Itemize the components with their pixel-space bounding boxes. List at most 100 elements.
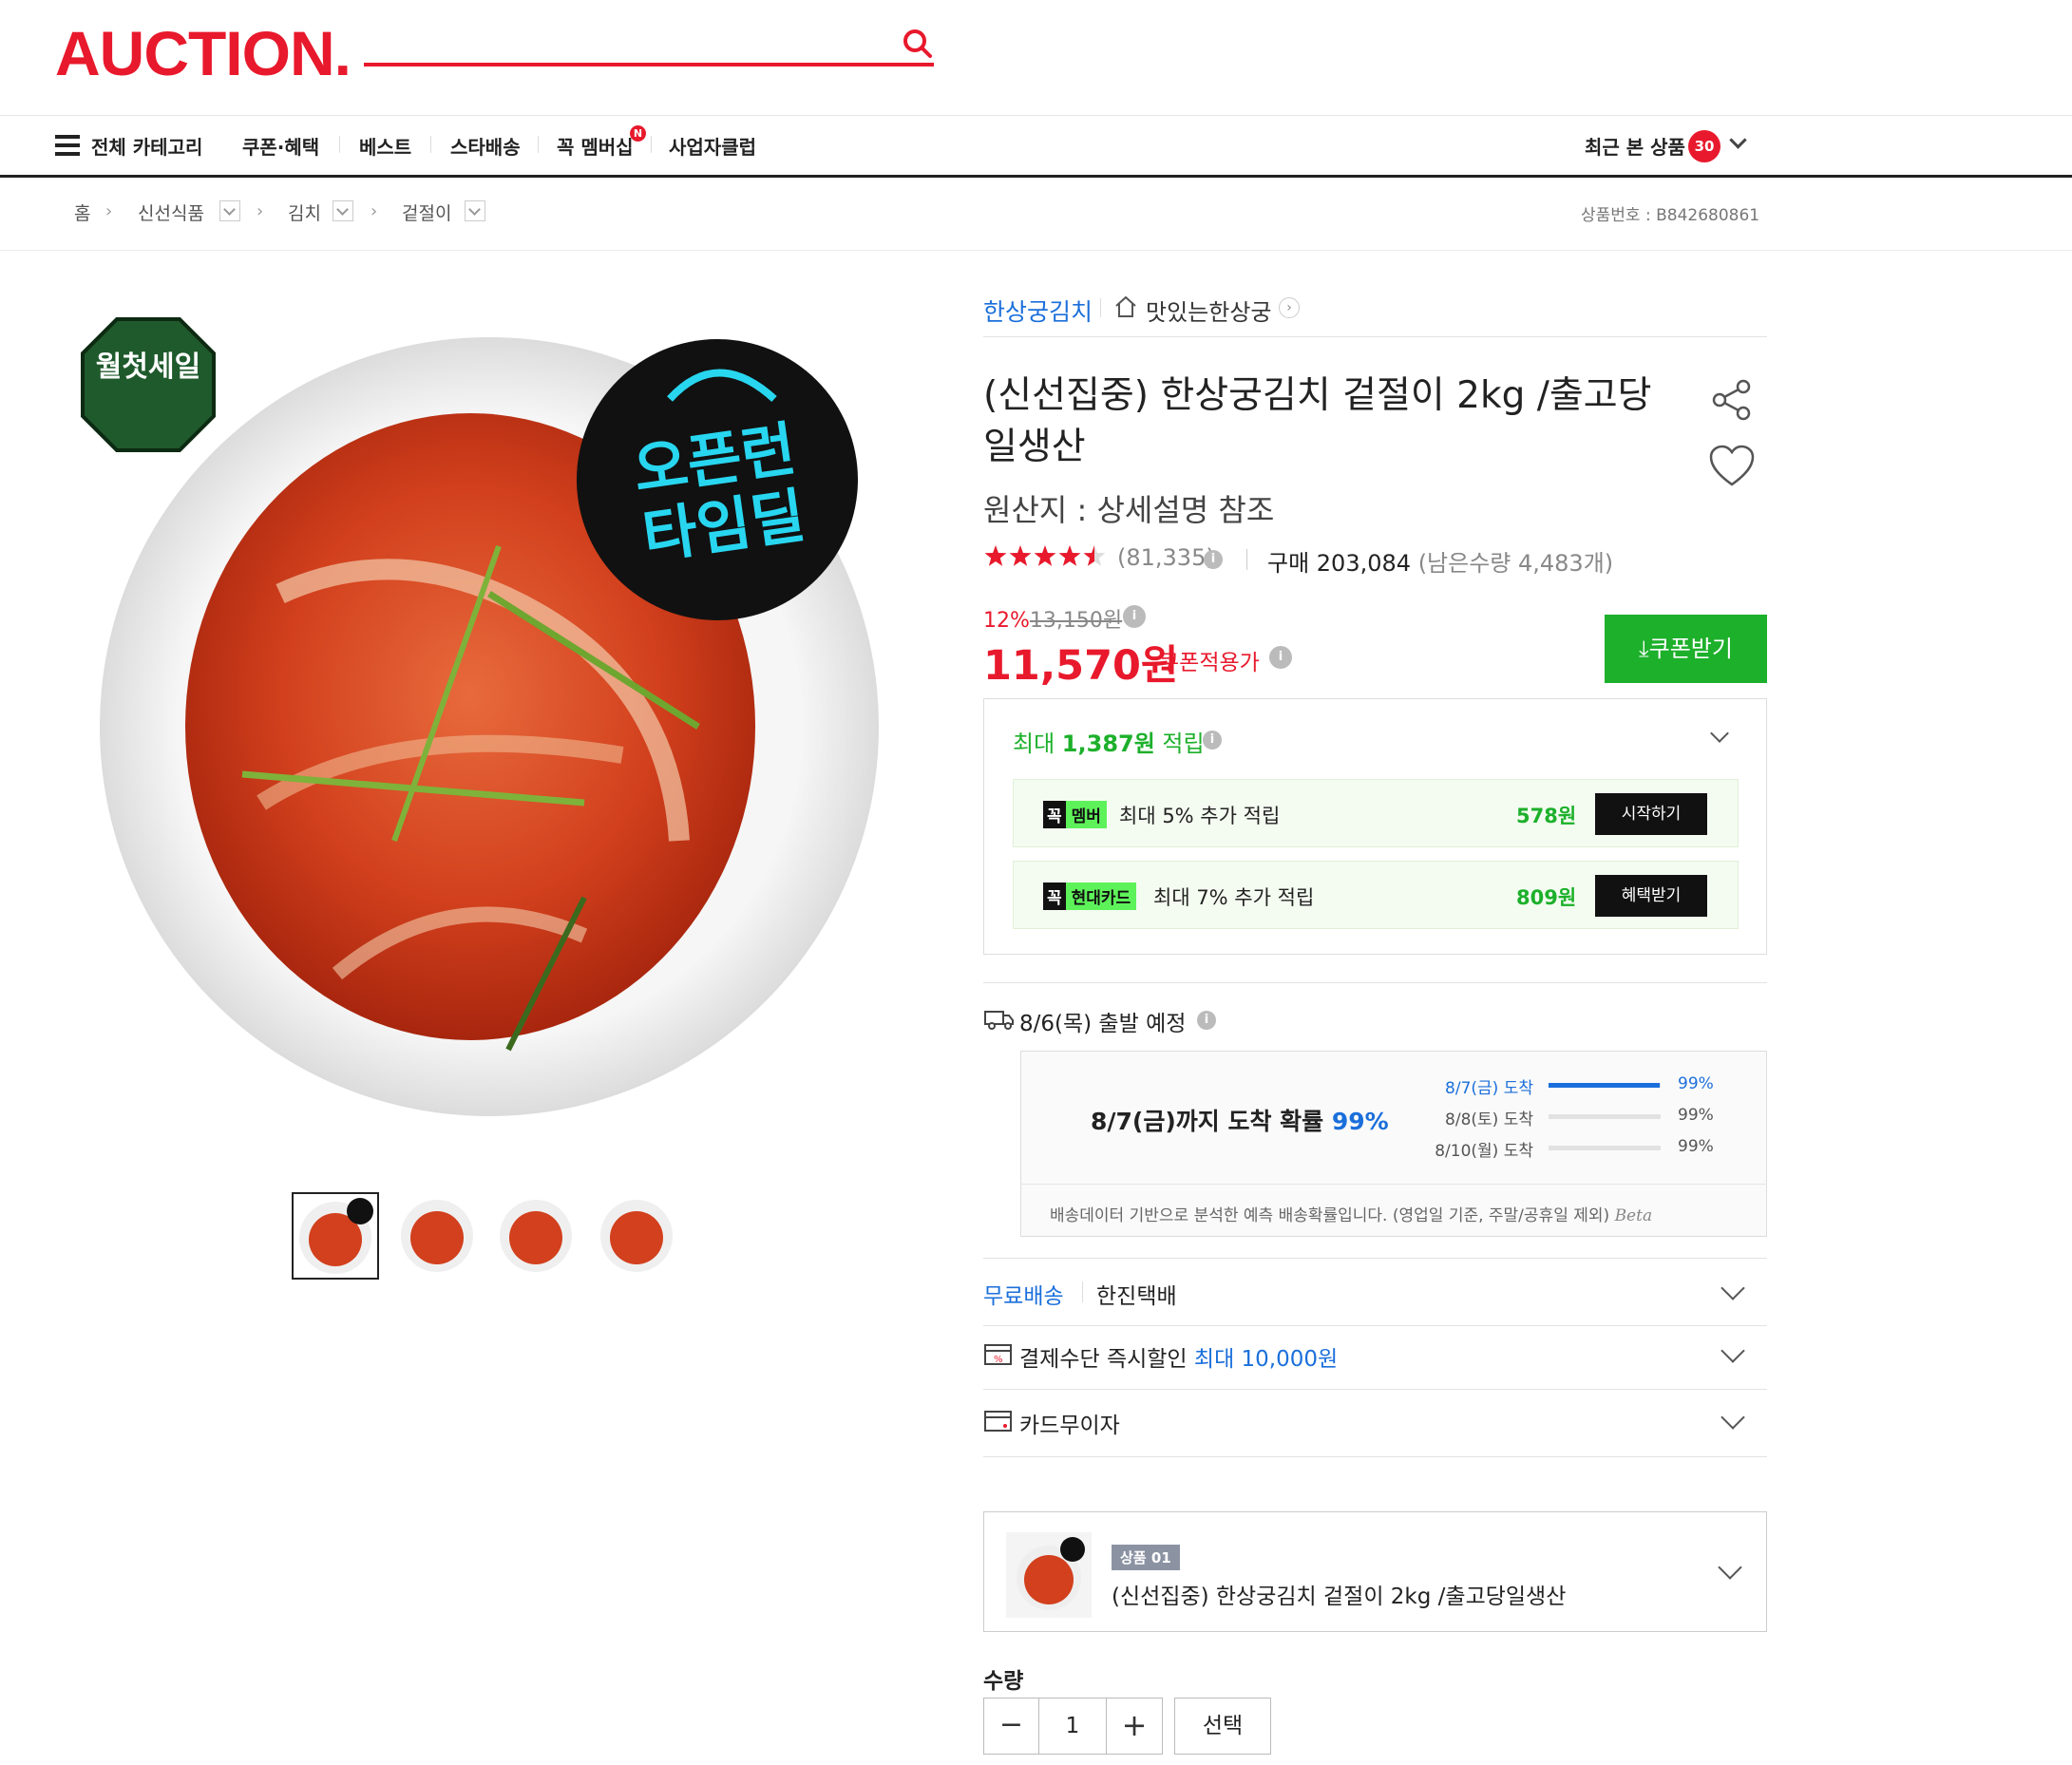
breadcrumb-kimchi[interactable]: 김치 xyxy=(288,199,321,225)
breadcrumb-divider xyxy=(0,250,2072,251)
estimate-bar-track xyxy=(1549,1146,1661,1150)
svg-text:%: % xyxy=(994,1355,1003,1365)
get-benefit-button[interactable]: 혜택받기 xyxy=(1595,875,1707,917)
recent-count-badge: 30 xyxy=(1688,130,1720,162)
info-icon[interactable]: i xyxy=(1197,1010,1216,1030)
nav-divider xyxy=(538,136,539,153)
discount-rate: 12% xyxy=(983,609,1030,633)
select-button[interactable]: 선택 xyxy=(1174,1698,1271,1755)
breadcrumb-geotjeori[interactable]: 겉절이 xyxy=(402,199,451,225)
info-icon[interactable]: i xyxy=(1203,730,1222,750)
nav-all-categories[interactable]: 전체 카테고리 xyxy=(91,132,202,160)
quantity-label: 수량 xyxy=(983,1669,1024,1694)
brand-link[interactable]: 한상궁김치 xyxy=(983,294,1093,328)
purchase-count: 구매 203,084 (남은수량 4,483개) xyxy=(1267,550,1614,577)
thumbnail-4[interactable] xyxy=(593,1192,680,1280)
first-sale-text: 월첫세일 xyxy=(95,351,201,384)
store-link[interactable]: 맛있는한상궁 xyxy=(1146,294,1271,327)
card-installment[interactable]: 카드무이자 xyxy=(1019,1407,1120,1439)
chevron-right-icon: › xyxy=(371,201,378,221)
chevron-right-icon: › xyxy=(257,201,264,221)
divider xyxy=(983,1325,1767,1326)
rating-stars xyxy=(983,544,1107,573)
nav-divider xyxy=(339,136,340,153)
courier-name: 한진택배 xyxy=(1096,1284,1177,1309)
divider xyxy=(983,1389,1767,1390)
brand-divider xyxy=(1100,298,1101,317)
original-price: 13,150원 xyxy=(1029,609,1123,633)
breadcrumb-fresh-food[interactable]: 신선식품 xyxy=(138,199,204,225)
dropdown-icon[interactable] xyxy=(333,200,353,221)
recent-products-label[interactable]: 최근 본 상품 xyxy=(1585,132,1685,160)
info-icon[interactable]: i xyxy=(1269,646,1292,669)
hyundai-desc: 최대 7% 추가 적립 xyxy=(1153,886,1315,909)
nav-star-delivery[interactable]: 스타배송 xyxy=(450,132,521,160)
quantity-minus-button[interactable]: − xyxy=(984,1699,1039,1754)
chevron-down-icon[interactable] xyxy=(1720,1405,1745,1430)
info-icon[interactable]: i xyxy=(1123,605,1146,628)
estimate-bar-track xyxy=(1549,1114,1661,1119)
star-filled xyxy=(1058,545,1081,566)
quantity-plus-button[interactable]: + xyxy=(1106,1699,1162,1754)
new-badge: N xyxy=(630,125,646,142)
dropdown-icon[interactable] xyxy=(219,200,240,221)
breadcrumb-home[interactable]: 홈 xyxy=(74,199,90,225)
nav-coupon[interactable]: 쿠폰·혜택 xyxy=(242,132,319,160)
estimate-divider xyxy=(1020,1184,1767,1185)
first-sale-badge: 월첫세일 xyxy=(79,315,218,454)
thumbnail-3[interactable] xyxy=(492,1192,580,1280)
option-thumbnail xyxy=(1006,1532,1092,1622)
option-tag: 상품 01 xyxy=(1112,1545,1180,1570)
option-select[interactable] xyxy=(983,1511,1767,1632)
membership-badge: 꼭 멤버 xyxy=(1043,801,1107,828)
chevron-down-icon[interactable] xyxy=(1720,1338,1745,1363)
card-icon xyxy=(984,1410,1013,1436)
heart-icon[interactable] xyxy=(1708,445,1756,492)
thumbnail-1[interactable] xyxy=(292,1192,379,1280)
nav-business-club[interactable]: 사업자클럽 xyxy=(669,132,756,160)
estimate-row-pct: 99% xyxy=(1678,1137,1714,1156)
chevron-down-icon[interactable] xyxy=(1720,1276,1745,1300)
estimate-row-pct: 99% xyxy=(1678,1106,1714,1125)
estimate-row-label: 8/7(금) 도착 xyxy=(1445,1079,1533,1098)
estimate-bar-fill xyxy=(1549,1083,1660,1088)
hyundai-amount: 809원 xyxy=(1516,886,1577,909)
info-icon[interactable]: i xyxy=(1204,549,1223,569)
star-filled xyxy=(984,545,1007,566)
divider xyxy=(983,1258,1767,1259)
product-title: (신선집중) 한상궁김치 겉절이 2kg /출고당일생산 xyxy=(983,374,1652,468)
star-filled xyxy=(1009,545,1032,566)
origin-text: 원산지 : 상세설명 참조 xyxy=(983,492,1275,528)
divider xyxy=(983,336,1767,337)
nav-best[interactable]: 베스트 xyxy=(359,132,411,160)
dropdown-icon[interactable] xyxy=(465,200,485,221)
estimate-row-pct: 99% xyxy=(1678,1074,1714,1093)
coupon-download-button[interactable]: ⤓쿠폰받기 xyxy=(1605,615,1767,683)
share-icon[interactable] xyxy=(1710,378,1754,426)
start-membership-button[interactable]: 시작하기 xyxy=(1595,793,1707,835)
option-name: (신선집중) 한상궁김치 겉절이 2kg /출고당일생산 xyxy=(1112,1585,1567,1609)
hyundai-badge: 꼭 현대카드 xyxy=(1043,882,1137,910)
truck-icon xyxy=(983,1007,1016,1035)
estimate-note: 배송데이터 기반으로 분석한 예측 배송확률입니다. (영업일 기준, 주말/공… xyxy=(1050,1206,1653,1225)
search-icon[interactable] xyxy=(901,27,935,61)
menu-icon[interactable] xyxy=(55,135,80,160)
thumbnail-2[interactable] xyxy=(393,1192,481,1280)
nav-membership[interactable]: 꼭 멤버십 xyxy=(557,132,634,160)
auction-logo[interactable]: AUCTION. xyxy=(55,17,352,89)
search-input[interactable] xyxy=(364,63,934,66)
membership-amount: 578원 xyxy=(1516,805,1577,827)
star-filled xyxy=(1034,545,1056,566)
shipping-divider xyxy=(1082,1281,1083,1302)
sale-price: 11,570원 xyxy=(983,642,1179,690)
quantity-input[interactable]: 1 xyxy=(1039,1699,1106,1754)
review-count[interactable]: (81,335) xyxy=(1117,544,1215,571)
payment-discount[interactable]: 결제수단 즉시할인 최대 10,000원 xyxy=(1019,1340,1338,1373)
rating-divider xyxy=(1246,549,1247,570)
chevron-right-icon[interactable]: › xyxy=(1279,297,1300,318)
payment-discount-icon: % xyxy=(984,1343,1013,1370)
nav-divider xyxy=(430,136,431,153)
estimate-row-label: 8/10(월) 도착 xyxy=(1435,1142,1533,1161)
max-reward[interactable]: 최대 1,387원 적립 xyxy=(1013,725,1205,758)
departure-date: 8/6(목) 출발 예정 xyxy=(1019,1012,1187,1036)
